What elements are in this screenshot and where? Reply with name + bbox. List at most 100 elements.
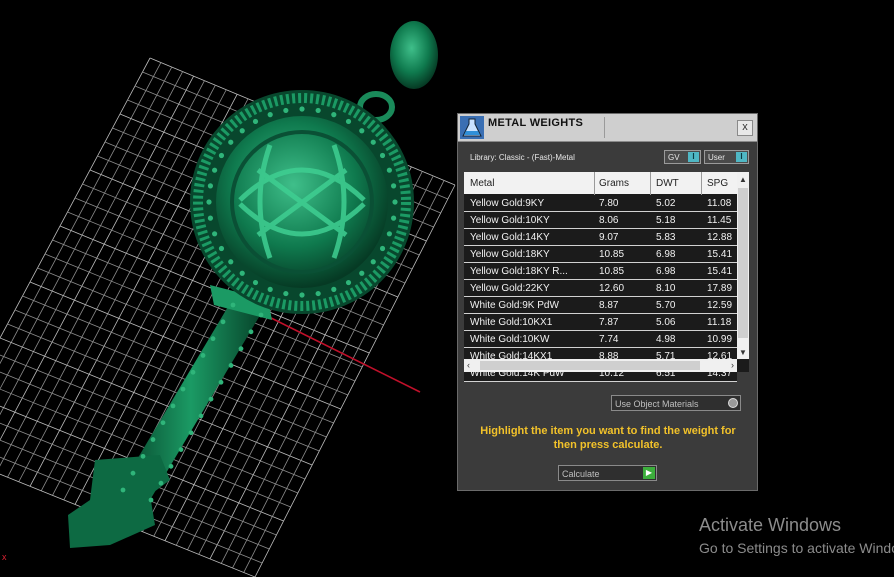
stud-dot bbox=[140, 453, 146, 459]
stud-dot bbox=[188, 430, 194, 436]
table-header: Metal Grams DWT SPG bbox=[464, 172, 737, 194]
stud-dot bbox=[180, 386, 186, 392]
stud-dot bbox=[218, 152, 225, 159]
spg-cell: 17.89 bbox=[707, 283, 733, 294]
axis-label-x: x bbox=[2, 552, 7, 562]
stud-dot bbox=[386, 167, 392, 173]
stud-dot bbox=[299, 106, 305, 112]
scroll-down-icon[interactable]: ▼ bbox=[739, 348, 747, 357]
calculate-label: Calculate bbox=[562, 469, 600, 479]
col-header-metal[interactable]: Metal bbox=[470, 178, 494, 189]
table-row[interactable]: Yellow Gold:14KY 9.07 5.83 12.88 bbox=[464, 229, 737, 246]
user-label: User bbox=[708, 153, 725, 162]
close-button[interactable]: x bbox=[737, 120, 753, 136]
stud-dot bbox=[158, 480, 164, 486]
gv-label: GV bbox=[668, 153, 680, 162]
radio-knob-icon bbox=[728, 398, 738, 408]
grams-cell: 7.80 bbox=[599, 198, 619, 209]
vertical-scrollbar[interactable]: ▲ ▼ bbox=[737, 172, 749, 359]
dwt-cell: 5.18 bbox=[656, 215, 676, 226]
metal-table[interactable]: Metal Grams DWT SPG Yellow Gold:9KY 7.80 5… bbox=[464, 172, 749, 382]
dwt-cell: 5.02 bbox=[656, 198, 676, 209]
watermark-subtitle: Go to Settings to activate Windows. bbox=[699, 540, 894, 556]
stud-dot bbox=[239, 270, 245, 276]
watermark-title: Activate Windows bbox=[699, 515, 842, 535]
grams-cell: 9.07 bbox=[599, 232, 619, 243]
stud-dot bbox=[218, 379, 224, 385]
calculate-button[interactable]: Calculate ▶ bbox=[558, 465, 657, 481]
stud-dot bbox=[200, 353, 206, 358]
table-body: Yellow Gold:9KY 7.80 5.02 11.08 Yellow Gold:… bbox=[464, 195, 737, 382]
stud-dot bbox=[220, 319, 226, 325]
col-header-dwt[interactable]: DWT bbox=[656, 178, 679, 189]
stud-dot bbox=[178, 447, 184, 452]
3d-viewport[interactable] bbox=[0, 0, 894, 577]
spg-cell: 12.88 bbox=[707, 232, 733, 243]
table-row[interactable]: White Gold:9K PdW 8.87 5.70 12.59 bbox=[464, 297, 737, 314]
table-row[interactable]: Yellow Gold:10KY 8.06 5.18 11.45 bbox=[464, 212, 737, 229]
spg-cell: 12.59 bbox=[707, 300, 733, 311]
gv-unit-toggle[interactable]: GV I bbox=[664, 150, 701, 164]
vertical-scroll-thumb[interactable] bbox=[738, 188, 748, 338]
stud-dot bbox=[370, 259, 376, 265]
dwt-cell: 6.98 bbox=[656, 266, 676, 277]
stud-dot bbox=[190, 369, 196, 375]
stud-dot bbox=[170, 403, 176, 409]
stud-dot bbox=[386, 231, 392, 237]
stud-dot bbox=[230, 302, 236, 308]
horizontal-scroll-thumb[interactable] bbox=[480, 361, 700, 370]
stud-dot bbox=[207, 183, 214, 189]
stud-dot bbox=[238, 346, 244, 352]
col-header-spg[interactable]: SPG bbox=[707, 178, 728, 189]
table-row[interactable]: Yellow Gold:18KY R... 10.85 6.98 15.41 bbox=[464, 263, 737, 280]
user-unit-toggle[interactable]: User I bbox=[704, 150, 749, 164]
library-label: Library: Classic - (Fast)-Metal bbox=[470, 153, 575, 162]
stud-dot bbox=[267, 286, 273, 292]
table-row[interactable]: Yellow Gold:9KY 7.80 5.02 11.08 bbox=[464, 195, 737, 212]
instructions-text: Highlight the item you want to find the … bbox=[480, 425, 736, 451]
table-row[interactable]: White Gold:10KX1 7.87 5.06 11.18 bbox=[464, 314, 737, 331]
stud-dot bbox=[248, 329, 254, 335]
scroll-left-icon[interactable]: ‹ bbox=[467, 360, 470, 370]
stud-dot bbox=[267, 112, 273, 118]
stud-dot bbox=[283, 107, 289, 114]
grams-cell: 10.85 bbox=[599, 266, 625, 277]
stud-dot bbox=[198, 413, 204, 419]
use-object-materials-toggle[interactable]: Use Object Materials bbox=[611, 395, 741, 411]
table-row[interactable]: Yellow Gold:22KY 12.60 8.10 17.89 bbox=[464, 280, 737, 297]
metal-cell: Yellow Gold:9KY bbox=[470, 198, 545, 209]
panel-title: METAL WEIGHTS bbox=[488, 117, 584, 129]
col-header-grams[interactable]: Grams bbox=[599, 178, 629, 189]
stud-dot bbox=[120, 487, 126, 493]
scroll-right-icon[interactable]: › bbox=[731, 360, 734, 370]
stud-dot bbox=[160, 420, 166, 426]
x-axis-line bbox=[254, 309, 421, 393]
dwt-cell: 8.10 bbox=[656, 283, 676, 294]
stud-dot bbox=[390, 183, 397, 189]
table-row[interactable]: Yellow Gold:18KY 10.85 6.98 15.41 bbox=[464, 246, 737, 263]
horizontal-scrollbar[interactable]: ‹ › bbox=[464, 359, 737, 372]
stud-dot bbox=[345, 279, 352, 286]
table-row[interactable]: White Gold:10KW 7.74 4.98 10.99 bbox=[464, 331, 737, 348]
stud-dot bbox=[218, 245, 225, 252]
user-toggle-indicator: I bbox=[736, 152, 747, 162]
stud-dot bbox=[392, 199, 398, 205]
grams-cell: 7.74 bbox=[599, 334, 619, 345]
stud-dot bbox=[370, 139, 376, 145]
stud-dot bbox=[345, 118, 352, 125]
spg-cell: 15.41 bbox=[707, 249, 733, 260]
stud-dot bbox=[207, 215, 214, 221]
dwt-cell: 5.70 bbox=[656, 300, 676, 311]
stud-dot bbox=[130, 470, 136, 476]
stud-dot bbox=[212, 231, 218, 237]
stud-dot bbox=[206, 199, 212, 205]
grams-cell: 12.60 bbox=[599, 283, 625, 294]
use-object-materials-label: Use Object Materials bbox=[615, 399, 699, 409]
stud-dot bbox=[212, 167, 218, 173]
panel-titlebar[interactable]: METAL WEIGHTS x bbox=[458, 114, 757, 142]
stud-dot bbox=[359, 128, 365, 134]
scroll-up-icon[interactable]: ▲ bbox=[739, 175, 747, 184]
spg-cell: 11.18 bbox=[707, 317, 732, 328]
stud-dot bbox=[390, 215, 397, 221]
stud-dot bbox=[379, 152, 386, 159]
